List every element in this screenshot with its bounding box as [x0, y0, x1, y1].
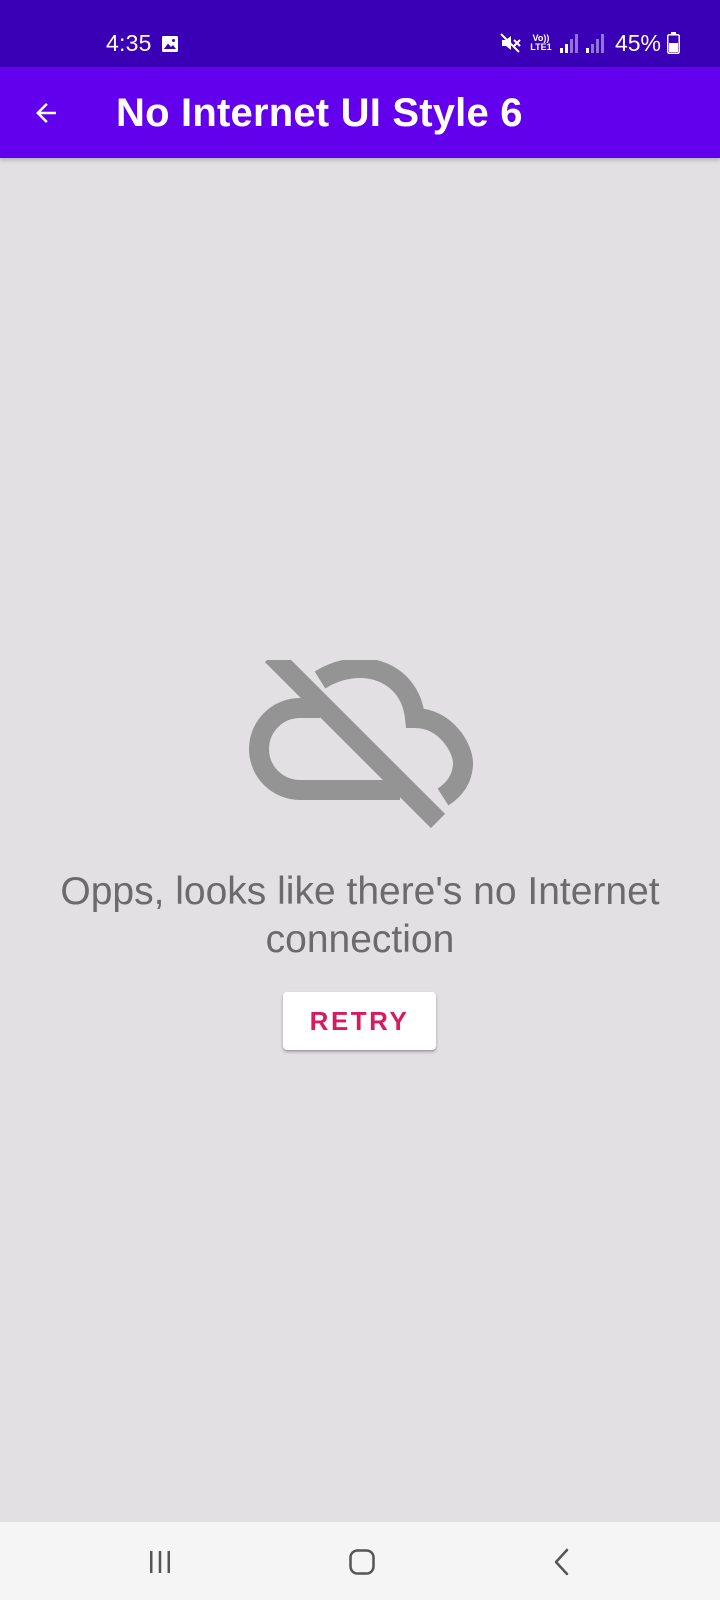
home-icon [349, 1549, 375, 1575]
status-bar: 4:35 Vo)) LTE1 45% [0, 0, 720, 67]
no-internet-message: Opps, looks like there's no Internet con… [60, 870, 660, 961]
status-time: 4:35 [106, 30, 152, 56]
nav-bar [0, 1522, 720, 1600]
signal-icon [585, 34, 604, 53]
recent-apps-button[interactable] [138, 1540, 182, 1584]
cloud-off-icon [249, 660, 473, 829]
battery-icon [667, 32, 680, 54]
back-icon [554, 1548, 569, 1576]
arrow-back-icon [36, 103, 56, 123]
volte-line2: LTE1 [530, 42, 552, 52]
status-indicators: Vo)) LTE1 45% [499, 28, 680, 58]
signal-icon [559, 34, 578, 53]
volte-indicator: Vo)) LTE1 [529, 34, 553, 52]
mute-icon [500, 33, 521, 53]
app-bar: No Internet UI Style 6 [0, 67, 720, 158]
retry-button[interactable]: RETRY [283, 992, 436, 1050]
gallery-icon [162, 36, 178, 52]
page-title: No Internet UI Style 6 [116, 91, 523, 135]
nav-back-button[interactable] [540, 1540, 584, 1584]
back-button[interactable] [22, 89, 70, 137]
battery-percent: 45% [614, 30, 661, 56]
home-button[interactable] [340, 1540, 384, 1584]
recent-apps-icon [150, 1551, 170, 1573]
